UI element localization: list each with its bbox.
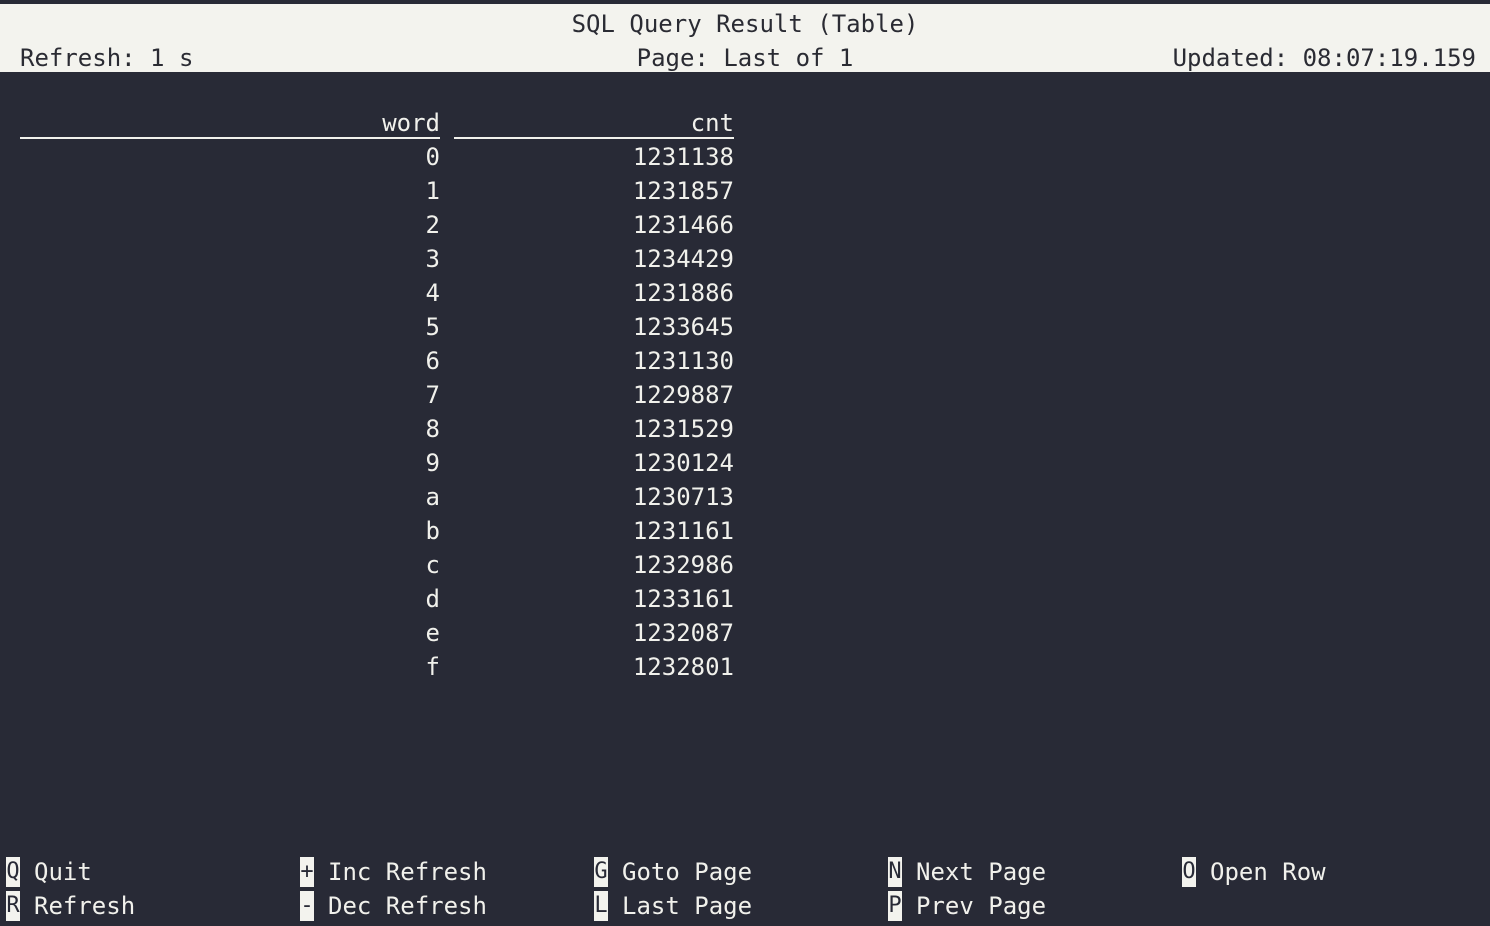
cell-cnt: 1232087 — [632, 619, 734, 647]
shortcut-dec-refresh[interactable]: - Dec Refresh — [300, 890, 487, 922]
shortcut-last-page[interactable]: L Last Page — [594, 890, 752, 922]
key-r: R — [6, 891, 20, 921]
cell-cnt: 1231161 — [632, 517, 734, 545]
result-table: word cnt 0 1231138 1 1231857 2 1231466 3… — [20, 107, 734, 685]
table-row[interactable]: 1 1231857 — [20, 175, 734, 209]
cell-word: 6 — [425, 347, 440, 375]
table-header-row: word cnt — [20, 107, 734, 139]
table-row[interactable]: 5 1233645 — [20, 311, 734, 345]
shortcut-refresh[interactable]: R Refresh — [6, 890, 135, 922]
key-q: Q — [6, 857, 20, 887]
updated-timestamp: Updated: 08:07:19.159 — [1172, 44, 1476, 72]
header-bar: SQL Query Result (Table) Refresh: 1 s Pa… — [0, 4, 1490, 72]
key-g: G — [594, 857, 608, 887]
cell-word: f — [425, 653, 440, 681]
cell-word: a — [425, 483, 440, 511]
shortcut-label: Last Page — [622, 892, 753, 920]
cell-cnt: 1230124 — [632, 449, 734, 477]
shortcut-label: Goto Page — [622, 858, 753, 886]
table-row[interactable]: b 1231161 — [20, 515, 734, 549]
cell-word: 2 — [425, 211, 440, 239]
shortcut-label: Open Row — [1210, 858, 1326, 886]
table-row[interactable]: 7 1229887 — [20, 379, 734, 413]
table-row[interactable]: 2 1231466 — [20, 209, 734, 243]
table-row[interactable]: 6 1231130 — [20, 345, 734, 379]
shortcut-bar: Q Quit R Refresh + Inc Refresh - Dec Ref… — [0, 854, 1490, 926]
cell-cnt: 1229887 — [632, 381, 734, 409]
column-header-word[interactable]: word — [20, 107, 440, 139]
key-l: L — [594, 891, 608, 921]
cell-cnt: 1231130 — [632, 347, 734, 375]
shortcut-label: Next Page — [916, 858, 1047, 886]
key-p: P — [888, 891, 902, 921]
cell-word: 1 — [425, 177, 440, 205]
shortcut-label: Dec Refresh — [328, 892, 487, 920]
cell-cnt: 1232801 — [632, 653, 734, 681]
cell-word: 8 — [425, 415, 440, 443]
key-o: O — [1182, 857, 1196, 887]
cell-word: c — [425, 551, 440, 579]
cell-word: 7 — [425, 381, 440, 409]
shortcut-quit[interactable]: Q Quit — [6, 856, 92, 888]
cell-word: 9 — [425, 449, 440, 477]
table-row[interactable]: e 1232087 — [20, 617, 734, 651]
table-row[interactable]: c 1232986 — [20, 549, 734, 583]
cell-word: 5 — [425, 313, 440, 341]
cell-cnt: 1231857 — [632, 177, 734, 205]
cell-word: b — [425, 517, 440, 545]
table-row[interactable]: 8 1231529 — [20, 413, 734, 447]
shortcut-next-page[interactable]: N Next Page — [888, 856, 1046, 888]
shortcut-prev-page[interactable]: P Prev Page — [888, 890, 1046, 922]
table-row[interactable]: 0 1231138 — [20, 141, 734, 175]
cell-word: d — [425, 585, 440, 613]
table-row[interactable]: 9 1230124 — [20, 447, 734, 481]
cell-cnt: 1233645 — [632, 313, 734, 341]
cell-word: 3 — [425, 245, 440, 273]
page-title: SQL Query Result (Table) — [571, 10, 919, 38]
key-minus: - — [300, 891, 314, 921]
cell-cnt: 1231886 — [632, 279, 734, 307]
shortcut-open-row[interactable]: O Open Row — [1182, 856, 1326, 888]
cell-word: e — [425, 619, 440, 647]
cell-cnt: 1233161 — [632, 585, 734, 613]
table-row[interactable]: 4 1231886 — [20, 277, 734, 311]
cell-word: 4 — [425, 279, 440, 307]
shortcut-goto-page[interactable]: G Goto Page — [594, 856, 752, 888]
cell-cnt: 1231138 — [632, 143, 734, 171]
shortcut-label: Inc Refresh — [328, 858, 487, 886]
cell-word: 0 — [425, 143, 440, 171]
shortcut-label: Prev Page — [916, 892, 1047, 920]
table-body: 0 1231138 1 1231857 2 1231466 3 1234429 … — [20, 141, 734, 685]
shortcut-label: Refresh — [34, 892, 136, 920]
table-row[interactable]: f 1232801 — [20, 651, 734, 685]
column-header-cnt[interactable]: cnt — [454, 107, 734, 139]
cell-cnt: 1234429 — [632, 245, 734, 273]
cell-cnt: 1231466 — [632, 211, 734, 239]
key-plus: + — [300, 857, 314, 887]
cell-cnt: 1232986 — [632, 551, 734, 579]
cell-cnt: 1231529 — [632, 415, 734, 443]
shortcut-inc-refresh[interactable]: + Inc Refresh — [300, 856, 487, 888]
cell-cnt: 1230713 — [632, 483, 734, 511]
shortcut-label: Quit — [34, 858, 92, 886]
table-row[interactable]: a 1230713 — [20, 481, 734, 515]
key-n: N — [888, 857, 902, 887]
table-row[interactable]: 3 1234429 — [20, 243, 734, 277]
table-row[interactable]: d 1233161 — [20, 583, 734, 617]
